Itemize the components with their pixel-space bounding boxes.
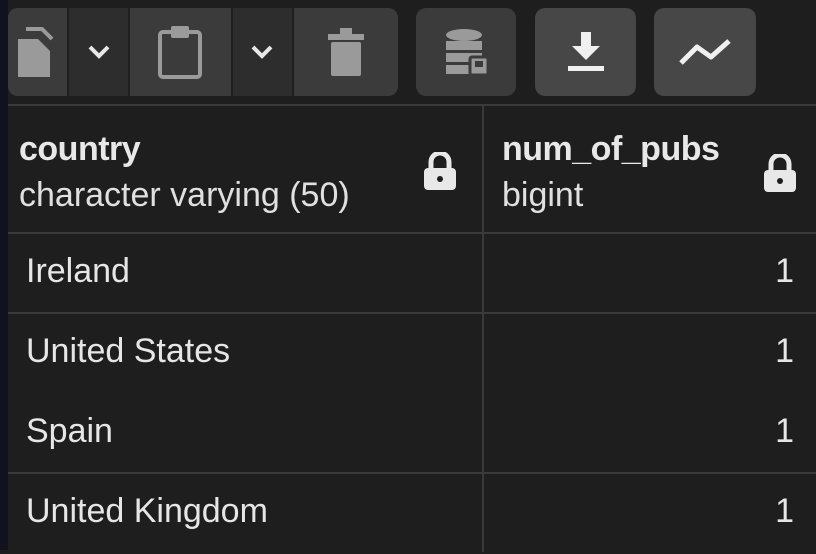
window-edge bbox=[0, 0, 8, 550]
graph-group bbox=[654, 8, 756, 96]
table-row[interactable]: Ireland 1 bbox=[8, 234, 816, 314]
save-data-button[interactable] bbox=[416, 8, 516, 96]
graph-visualiser-button[interactable] bbox=[654, 8, 756, 96]
cell-num-of-pubs: 1 bbox=[775, 332, 794, 370]
chevron-down-icon bbox=[87, 44, 111, 60]
copy-button[interactable] bbox=[8, 8, 68, 96]
table-row[interactable]: Spain 1 bbox=[8, 394, 816, 474]
column-type: bigint bbox=[502, 176, 584, 214]
cell-num-of-pubs: 1 bbox=[775, 492, 794, 530]
table-row[interactable]: United Kingdom 1 bbox=[8, 474, 816, 554]
delete-button[interactable] bbox=[291, 8, 398, 96]
save-group bbox=[416, 8, 516, 96]
header-row: country character varying (50) num_of_pu… bbox=[8, 106, 816, 234]
save-data-icon bbox=[444, 27, 488, 77]
toolbar bbox=[8, 0, 816, 104]
chevron-down-icon bbox=[250, 44, 274, 60]
download-button[interactable] bbox=[535, 8, 636, 96]
column-header-num-of-pubs[interactable]: num_of_pubs bigint bbox=[484, 106, 816, 232]
result-grid: country character varying (50) num_of_pu… bbox=[8, 104, 816, 552]
download-icon bbox=[566, 32, 606, 72]
column-type: character varying (50) bbox=[19, 176, 350, 214]
cell-country: United States bbox=[26, 332, 231, 370]
edit-button-group bbox=[8, 8, 398, 96]
download-group bbox=[535, 8, 636, 96]
cell-country: Spain bbox=[26, 412, 113, 450]
lock-icon bbox=[762, 152, 798, 197]
graph-icon bbox=[677, 35, 733, 69]
paste-button[interactable] bbox=[128, 8, 231, 96]
column-name: country bbox=[19, 130, 141, 168]
cell-num-of-pubs: 1 bbox=[775, 252, 794, 290]
cell-num-of-pubs: 1 bbox=[775, 412, 794, 450]
lock-icon bbox=[422, 150, 458, 195]
clipboard-icon bbox=[157, 24, 203, 80]
column-name: num_of_pubs bbox=[502, 130, 720, 168]
copy-options-dropdown[interactable] bbox=[67, 8, 129, 96]
column-header-country[interactable]: country character varying (50) bbox=[8, 106, 482, 232]
cell-country: Ireland bbox=[26, 252, 130, 290]
trash-icon bbox=[327, 28, 364, 76]
table-row[interactable]: United States 1 bbox=[8, 314, 816, 394]
cell-country: United Kingdom bbox=[26, 492, 268, 530]
copy-icon bbox=[17, 27, 58, 77]
paste-options-dropdown[interactable] bbox=[230, 8, 292, 96]
